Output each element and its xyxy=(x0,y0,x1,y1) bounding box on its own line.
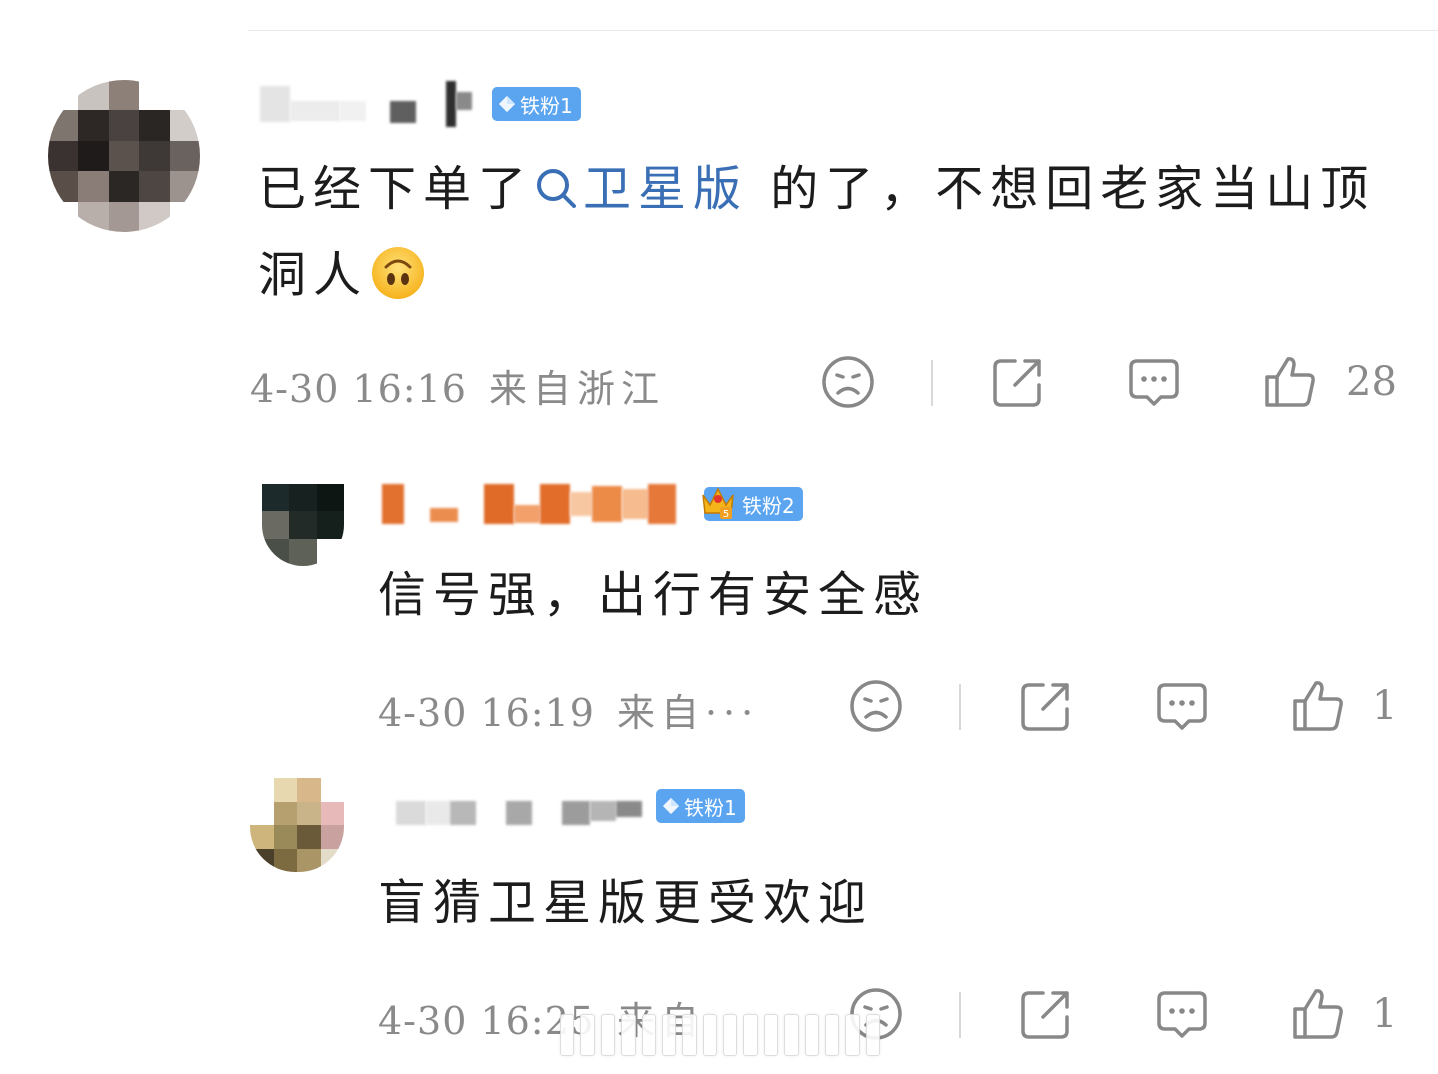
comment-text: 已经下单了 卫星版 的了，不想回老家当山顶洞人 xyxy=(258,146,1378,318)
like-button[interactable] xyxy=(1288,676,1348,736)
thumbs-up-icon xyxy=(1293,989,1343,1039)
like-button[interactable] xyxy=(1288,984,1348,1044)
frown-face-icon xyxy=(822,356,874,408)
avatar[interactable] xyxy=(250,778,344,872)
like-count: 28 xyxy=(1346,359,1397,405)
username-blurred[interactable] xyxy=(396,786,642,826)
like-count: 1 xyxy=(1372,991,1398,1037)
search-icon xyxy=(537,169,577,208)
username-blurred[interactable] xyxy=(260,81,472,127)
frown-face-icon xyxy=(850,680,902,732)
comment-bubble-icon xyxy=(1129,359,1179,406)
diamond-icon xyxy=(498,95,516,113)
badge-label: 铁粉1 xyxy=(684,795,737,820)
crown-icon: 5 xyxy=(702,487,734,520)
comment-text-part: 已经下单了 xyxy=(258,161,534,217)
comment-bubble-icon xyxy=(1157,991,1207,1038)
like-button[interactable] xyxy=(1260,352,1320,412)
action-bar: 28 xyxy=(0,352,1438,412)
separator xyxy=(931,360,933,406)
upside-down-face-icon xyxy=(372,247,425,299)
reply-button[interactable] xyxy=(1124,352,1184,412)
comment-text: 盲猜卫星版更受欢迎 xyxy=(378,875,874,931)
share-button[interactable] xyxy=(1016,984,1076,1044)
action-bar: 1 xyxy=(0,676,1438,736)
reply-button[interactable] xyxy=(1152,676,1212,736)
topic-label: 卫星版 xyxy=(583,161,749,217)
topic-link[interactable]: 卫星版 xyxy=(533,161,748,217)
comment-bubble-icon xyxy=(1157,683,1207,730)
share-button[interactable] xyxy=(988,352,1048,412)
reply-button[interactable] xyxy=(1152,984,1212,1044)
fan-badge[interactable]: 铁粉1 xyxy=(492,87,581,121)
share-icon xyxy=(1021,683,1069,731)
thumbs-up-icon xyxy=(1293,681,1343,731)
avatar[interactable] xyxy=(262,484,344,566)
share-icon xyxy=(993,359,1041,407)
dislike-button[interactable] xyxy=(818,352,878,412)
username-row: 铁粉1 xyxy=(260,81,581,127)
username-row: 5 铁粉2 xyxy=(382,480,803,528)
separator xyxy=(959,684,961,730)
top-divider xyxy=(248,30,1438,31)
username-blurred[interactable] xyxy=(382,480,676,528)
watermark-overlay xyxy=(560,1010,880,1060)
username-row: 铁粉1 xyxy=(396,786,745,826)
badge-label: 铁粉2 xyxy=(742,493,795,518)
share-button[interactable] xyxy=(1016,676,1076,736)
thumbs-up-icon xyxy=(1265,357,1315,407)
fan-badge[interactable]: 铁粉1 xyxy=(656,789,745,823)
fan-badge[interactable]: 5 铁粉2 xyxy=(702,487,803,521)
dislike-button[interactable] xyxy=(846,676,906,736)
share-icon xyxy=(1021,991,1069,1039)
badge-label: 铁粉1 xyxy=(520,93,573,118)
comment-text: 信号强，出行有安全感 xyxy=(378,567,929,623)
svg-text:5: 5 xyxy=(723,509,729,520)
separator xyxy=(959,992,961,1038)
diamond-icon xyxy=(662,797,680,815)
like-count: 1 xyxy=(1372,683,1398,729)
avatar[interactable] xyxy=(48,80,200,232)
